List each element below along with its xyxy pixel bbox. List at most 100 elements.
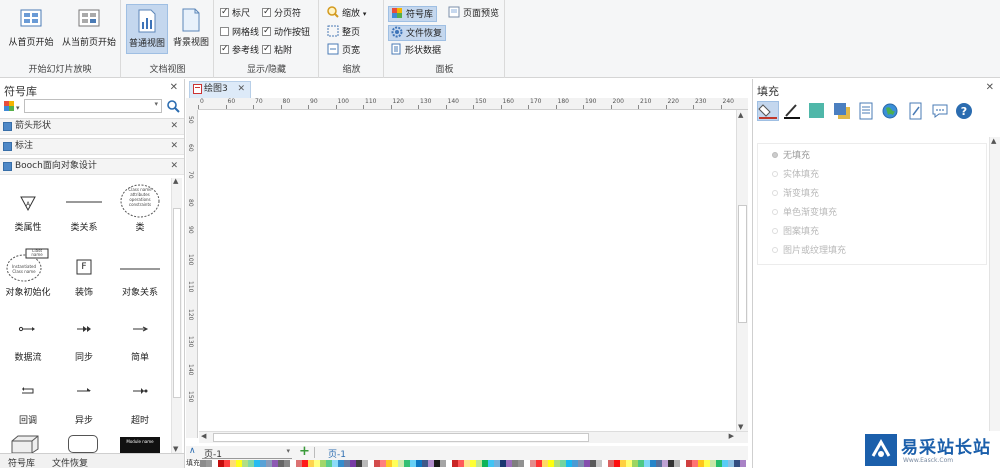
line-pen-icon[interactable] [783, 102, 801, 123]
scroll-thumb[interactable] [738, 205, 747, 323]
shape-callback[interactable]: 回调 [0, 375, 56, 426]
globe-icon[interactable] [881, 102, 899, 123]
scroll-up-icon[interactable]: ▲ [173, 177, 178, 185]
zoom-button[interactable]: 缩放 ▾ [325, 6, 369, 22]
async-arrow-icon [56, 375, 112, 413]
scroll-down-icon[interactable]: ▼ [173, 445, 178, 453]
close-icon[interactable]: ✕ [986, 82, 994, 93]
document-icon[interactable] [857, 102, 875, 123]
fill-option-pattern[interactable]: 图案填充 [772, 226, 819, 238]
color-swatch[interactable] [740, 460, 746, 467]
group-slideshow: 从首页开始 从当前页开始 开始幻灯片放映 [0, 0, 121, 78]
ruler-tick [225, 105, 227, 109]
shape-sync[interactable]: 同步 [56, 312, 112, 363]
radio-button[interactable] [772, 152, 778, 158]
guides-checkbox[interactable]: 参考线 [220, 43, 259, 58]
ruler-tick [198, 105, 199, 109]
shadow-icon[interactable] [833, 102, 851, 123]
scroll-up-icon[interactable]: ▲ [738, 111, 743, 119]
radio-button[interactable] [772, 190, 778, 196]
chevron-up-icon[interactable]: ∧ [189, 446, 196, 456]
document-tab[interactable]: 绘图3 ✕ [189, 81, 251, 98]
page-preview-button[interactable]: 页面预览 [446, 6, 502, 22]
canvas-vertical-scrollbar[interactable]: ▲ ▼ [736, 110, 748, 432]
file-recovery-button[interactable]: 文件恢复 [388, 25, 447, 41]
cube-shape-icon[interactable] [8, 435, 40, 454]
scroll-up-icon[interactable]: ▲ [991, 137, 996, 145]
radio-button[interactable] [772, 247, 778, 253]
shape-async[interactable]: 异步 [56, 375, 112, 426]
shapes-scrollbar[interactable]: ▲ ▼ [171, 177, 182, 454]
shape-object-relation[interactable]: 对象关系 [112, 247, 168, 298]
search-icon[interactable] [166, 99, 180, 113]
close-icon[interactable]: ✕ [170, 139, 178, 154]
shape-data-flow[interactable]: 数据流 [0, 312, 56, 363]
close-icon[interactable]: ✕ [170, 119, 178, 134]
radio-button[interactable] [772, 171, 778, 177]
shape-class-attribute[interactable]: A 类属性 [0, 182, 56, 233]
category-callouts[interactable]: 标注 ✕ [0, 138, 184, 155]
action-button-checkbox[interactable]: 动作按钮 [262, 25, 310, 40]
close-icon[interactable]: ✕ [170, 82, 178, 93]
shape-class-relation[interactable]: 类关系 [56, 182, 112, 233]
shape-simple[interactable]: 简单 [112, 312, 168, 363]
svg-text:▾: ▾ [16, 104, 20, 112]
from-start-button[interactable]: 从首页开始 [4, 4, 58, 54]
normal-view-button[interactable]: 普通视图 [126, 4, 168, 54]
close-icon[interactable]: ✕ [170, 159, 178, 174]
fill-option-picture[interactable]: 图片或纹理填充 [772, 245, 846, 257]
module-shape-icon[interactable]: Module name [120, 437, 160, 453]
edit-note-icon[interactable] [907, 102, 925, 123]
page-tab[interactable]: 页-1 [328, 447, 346, 460]
scroll-thumb[interactable] [213, 433, 589, 442]
shape-class[interactable]: Class name attributes operations constra… [112, 182, 168, 233]
symbols-panel-button[interactable]: 符号库 [388, 6, 438, 22]
fill-option-none[interactable]: 无填充 [772, 150, 810, 162]
shape-label: 对象关系 [121, 288, 158, 298]
radio-button[interactable] [772, 228, 778, 234]
shape-timeout[interactable]: 超时 [112, 375, 168, 426]
scroll-left-icon[interactable]: ◀ [201, 432, 206, 440]
category-booch[interactable]: Booch面向对象设计 ✕ [0, 158, 184, 175]
shape-object-init[interactable]: Class name Instantiated Class name 对象初始化 [0, 247, 56, 298]
snap-checkbox[interactable]: 粘附 [262, 43, 292, 58]
symbol-search-input[interactable]: ▾ [24, 99, 162, 113]
comment-icon[interactable] [931, 103, 949, 122]
background-view-button[interactable]: 背景视图 [170, 4, 212, 54]
rounded-shape-icon[interactable] [68, 435, 98, 453]
shape-decoration[interactable]: F 装饰 [56, 247, 112, 298]
library-icon[interactable]: ▾ [3, 99, 23, 113]
page-select[interactable]: 页-1 ▾ [202, 447, 292, 460]
scroll-right-icon[interactable]: ▶ [729, 432, 734, 440]
ruler-tick-label: 90 [187, 226, 194, 234]
color-fill-icon[interactable] [809, 103, 824, 118]
whole-page-button[interactable]: 整页 [325, 25, 363, 41]
dropdown-arrow-icon[interactable]: ▾ [154, 100, 158, 108]
shape-data-button[interactable]: 形状数据 [388, 43, 444, 59]
help-icon[interactable]: ? [955, 102, 973, 123]
grid-checkbox[interactable]: 网格线 [220, 27, 259, 40]
whole-page-label: 整页 [342, 28, 361, 38]
category-arrows[interactable]: 箭头形状 ✕ [0, 118, 184, 135]
scroll-down-icon[interactable]: ▼ [738, 423, 743, 431]
fill-panel-scrollbar[interactable]: ▲ [989, 137, 1000, 431]
add-page-icon[interactable]: + [299, 444, 310, 459]
fill-option-mono-gradient[interactable]: 单色渐变填充 [772, 207, 837, 219]
canvas-horizontal-scrollbar[interactable]: ◀ ▶ [199, 431, 748, 443]
drawing-canvas[interactable] [199, 111, 736, 431]
ruler-checkbox[interactable]: 标尺 [220, 6, 250, 21]
tab-file-recovery[interactable]: 文件恢复 [52, 456, 88, 468]
scroll-thumb[interactable] [173, 208, 181, 398]
shape-data-label: 形状数据 [405, 46, 442, 56]
fill-option-gradient[interactable]: 渐变填充 [772, 188, 819, 200]
tab-symbol-library[interactable]: 符号库 [8, 456, 35, 468]
page-break-checkbox[interactable]: 分页符 [262, 6, 301, 21]
ruler-tick-label: 230 [695, 98, 707, 105]
radio-button[interactable] [772, 209, 778, 215]
from-current-button[interactable]: 从当前页开始 [58, 4, 120, 54]
fill-option-solid[interactable]: 实体填充 [772, 169, 819, 181]
chevron-down-icon[interactable]: ▾ [286, 447, 290, 455]
page-width-button[interactable]: 页宽 [325, 43, 363, 59]
paint-bucket-icon[interactable] [757, 101, 779, 121]
close-icon[interactable]: ✕ [237, 82, 245, 97]
